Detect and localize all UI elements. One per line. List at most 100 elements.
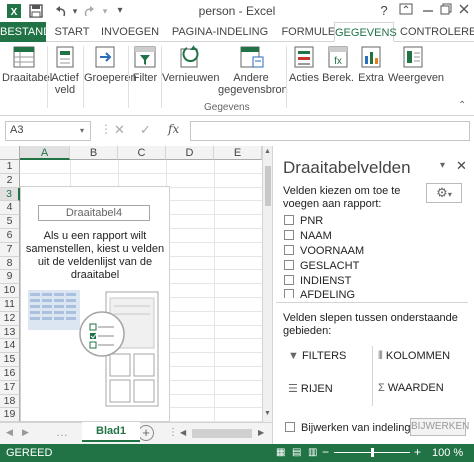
row-header[interactable]: 4 [0, 201, 20, 216]
group-button[interactable]: Groeperen [84, 44, 137, 84]
defer-update-option[interactable]: Bijwerken van indeling ... [285, 422, 423, 434]
calculations-button[interactable]: fx Berek. [322, 44, 354, 84]
columns-area[interactable]: ⦀ KOLOMMEN [378, 350, 450, 363]
scroll-down-icon[interactable]: ▼ [264, 410, 271, 417]
field-item[interactable]: INDIENST [284, 275, 444, 289]
gear-icon[interactable]: ⚙▾ [426, 183, 462, 203]
scroll-up-icon[interactable]: ▲ [264, 148, 271, 155]
row-header[interactable]: 11 [0, 298, 20, 312]
tab-pagina-indeling[interactable]: PAGINA-INDELING [168, 22, 272, 42]
hscroll-left-icon[interactable]: ◀ [180, 428, 186, 437]
svg-text:fx: fx [334, 56, 342, 67]
defer-update-checkbox[interactable] [285, 422, 295, 432]
hscroll-thumb[interactable] [192, 429, 252, 438]
row-header[interactable]: 10 [0, 284, 20, 298]
column-header[interactable]: C [118, 146, 166, 160]
view-normal-icon[interactable]: ▦ [276, 447, 285, 458]
filters-label: FILTERS [301, 350, 347, 362]
tab-controleren[interactable]: CONTROLERE [400, 22, 474, 42]
zoom-in-icon[interactable]: + [414, 445, 421, 459]
row-header[interactable]: 3 [0, 187, 20, 202]
sheet-tab-blad1[interactable]: Blad1 [82, 422, 140, 442]
row-header[interactable]: 19 [0, 408, 20, 422]
restore-icon[interactable] [436, 2, 456, 20]
column-header[interactable]: B [70, 146, 118, 160]
active-field-button[interactable]: Actief veld [48, 44, 82, 96]
tab-gegevens[interactable]: GEGEVENS [334, 22, 397, 42]
formula-input[interactable] [190, 121, 470, 141]
field-checkbox[interactable] [284, 289, 294, 298]
zoom-out-icon[interactable]: − [322, 445, 329, 459]
add-sheet-icon[interactable]: + [138, 425, 154, 441]
values-area[interactable]: Σ WAARDEN [378, 382, 444, 394]
hscroll-right-icon[interactable]: ▶ [258, 428, 264, 437]
row-header[interactable]: 6 [0, 229, 20, 243]
row-header[interactable]: 16 [0, 367, 20, 381]
tab-start[interactable]: START [54, 22, 90, 42]
active-field-label: Actief [51, 72, 79, 84]
view-pagebreak-icon[interactable]: ▥ [308, 447, 317, 458]
pane-options-icon[interactable]: ▾ [440, 160, 445, 171]
column-header[interactable]: E [214, 146, 262, 160]
name-box-dropdown-icon[interactable]: ▾ [80, 126, 84, 135]
refresh-button[interactable]: Vernieuwen [162, 44, 220, 84]
help-icon[interactable]: ? [374, 2, 394, 20]
pivottable-button[interactable]: Draaitabel [2, 44, 52, 84]
row-header[interactable]: 8 [0, 256, 20, 271]
actions-button[interactable]: Acties [288, 44, 320, 84]
rows-area[interactable]: ☰ RIJEN [288, 382, 333, 395]
row-header[interactable]: 9 [0, 270, 20, 285]
sheet-prev-icon[interactable]: ◀ [6, 427, 13, 438]
change-source-label: Andere [233, 72, 269, 84]
tab-bestand[interactable]: BESTAND [0, 22, 51, 42]
row-header[interactable]: 14 [0, 339, 20, 354]
minimize-icon[interactable] [418, 2, 438, 20]
sheet-next-icon[interactable]: ▶ [22, 427, 29, 438]
row-header[interactable]: 12 [0, 311, 20, 326]
filters-area[interactable]: ▼ FILTERS [288, 350, 346, 362]
row-header[interactable]: 17 [0, 380, 20, 395]
field-item[interactable]: GESLACHT [284, 260, 444, 274]
filter-button[interactable]: Filter [130, 44, 160, 84]
field-item[interactable]: AFDELING [284, 289, 444, 298]
column-header[interactable]: D [166, 146, 214, 160]
sheet-more-icon[interactable]: … [56, 425, 68, 439]
field-checkbox[interactable] [284, 275, 294, 285]
field-item[interactable]: PNR [284, 215, 444, 229]
row-header[interactable]: 2 [0, 173, 20, 188]
zoom-slider-thumb[interactable] [371, 448, 374, 457]
fx-icon[interactable]: fx [168, 122, 179, 136]
cancel-formula-icon[interactable]: ✕ [114, 122, 125, 138]
collapse-ribbon-icon[interactable]: ⌃ [458, 100, 466, 111]
row-header[interactable]: 15 [0, 353, 20, 367]
zoom-level[interactable]: 100 % [432, 447, 463, 459]
field-label: AFDELING [300, 289, 356, 298]
field-checkbox[interactable] [284, 215, 294, 225]
confirm-formula-icon[interactable]: ✓ [140, 122, 151, 138]
name-box[interactable]: A3 [5, 121, 91, 141]
tab-invoegen[interactable]: INVOEGEN [100, 22, 160, 42]
vertical-scrollbar[interactable]: ▲ ▼ [262, 146, 272, 422]
select-all-corner[interactable] [0, 146, 20, 160]
ribbon-display-icon[interactable] [396, 2, 416, 20]
view-layout-icon[interactable]: ▤ [292, 447, 301, 458]
close-icon[interactable] [454, 2, 474, 20]
field-checkbox[interactable] [284, 230, 294, 240]
pane-close-icon[interactable]: ✕ [456, 158, 467, 174]
tools-button[interactable]: Extra [356, 44, 386, 84]
row-header[interactable]: 1 [0, 160, 20, 174]
row-header[interactable]: 7 [0, 242, 20, 257]
update-button[interactable]: BIJWERKEN [410, 418, 469, 436]
row-header[interactable]: 5 [0, 215, 20, 229]
row-header[interactable]: 18 [0, 394, 20, 409]
scroll-thumb[interactable] [265, 166, 271, 206]
show-button[interactable]: Weergeven [388, 44, 444, 84]
change-source-button[interactable]: Andere gegevensbron [218, 44, 288, 96]
column-header[interactable]: A [20, 146, 70, 160]
field-checkbox[interactable] [284, 245, 294, 255]
row-header[interactable]: 13 [0, 325, 20, 340]
field-item[interactable]: NAAM [284, 230, 444, 244]
field-checkbox[interactable] [284, 260, 294, 270]
tab-split-icon[interactable]: ⋮ [168, 427, 178, 438]
field-item[interactable]: VOORNAAM [284, 245, 444, 259]
